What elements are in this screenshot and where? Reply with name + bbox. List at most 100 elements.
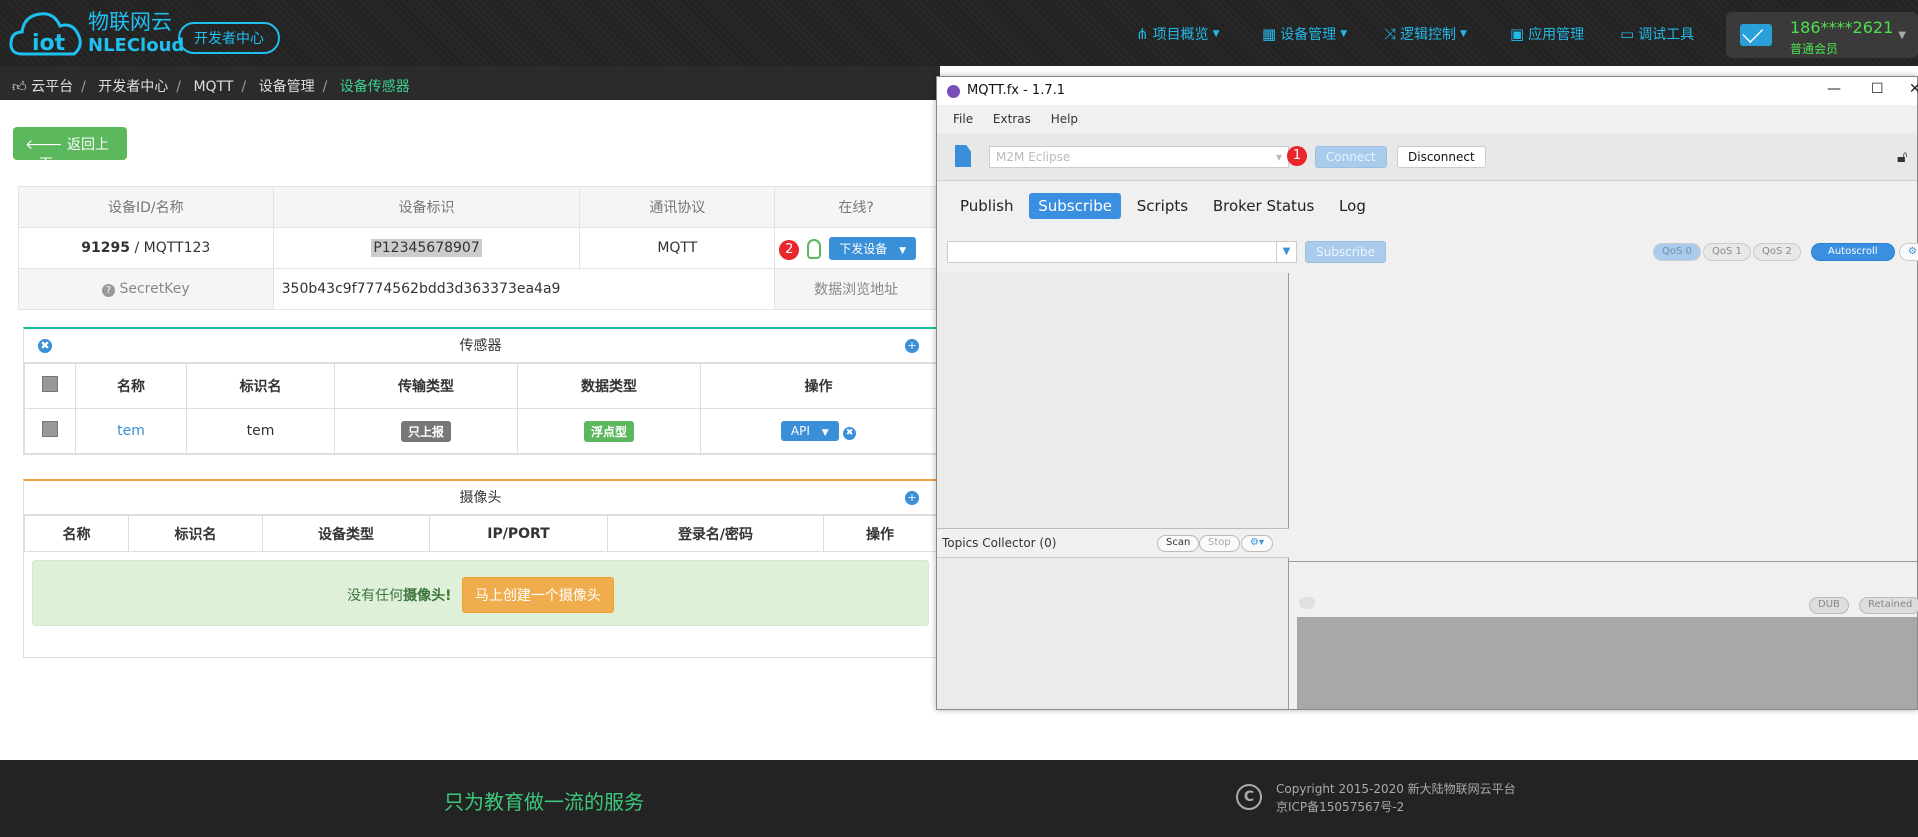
user-menu[interactable]: 186****2621 普通会员 ▼ xyxy=(1726,12,1918,58)
cameras-panel: 摄像头 + 名称 标识名 设备类型 IP/PORT 登录名/密码 操作 没有任何… xyxy=(23,479,938,658)
device-info-table: 设备ID/名称 设备标识 通讯协议 在线? 91295 / MQTT123 P1… xyxy=(18,186,938,310)
window-titlebar[interactable]: MQTT.fx - 1.7.1 — ☐ ✕ xyxy=(937,77,1918,105)
col-header: 通讯协议 xyxy=(579,186,776,228)
topics-collector-label: Topics Collector (0) xyxy=(942,536,1057,550)
briefcase-icon: ▣ xyxy=(1510,25,1525,43)
api-button[interactable]: API ▼ xyxy=(780,421,839,441)
add-sensor-icon[interactable]: + xyxy=(905,339,919,353)
nav-item-debug-tools[interactable]: ▭ 调试工具 xyxy=(1620,24,1694,44)
stop-button[interactable]: Stop xyxy=(1199,535,1240,552)
topics-settings-icon[interactable]: ⚙▾ xyxy=(1241,535,1273,552)
logo-cn: 物联网云 xyxy=(88,10,172,34)
nav-item-project-overview[interactable]: ⋔ 项目概览 ▼ xyxy=(1136,24,1220,44)
thumbs-up-icon: 👍︎ xyxy=(12,79,27,95)
message-payload-area[interactable] xyxy=(1297,617,1917,709)
message-toggle[interactable] xyxy=(1299,597,1315,609)
create-camera-button[interactable]: 马上创建一个摄像头 xyxy=(461,577,614,613)
messages-pane: DUB Retained xyxy=(1289,273,1918,709)
grid-icon: ▦ xyxy=(1262,25,1277,43)
tab-bar: Publish Subscribe Scripts Broker Status … xyxy=(937,181,1917,233)
tab-broker-status[interactable]: Broker Status xyxy=(1204,193,1323,219)
footer: 只为教育做一流的服务 C Copyright 2015-2020 新大陆物联网云… xyxy=(0,760,1918,837)
col-header: 数据类型 xyxy=(517,363,701,409)
topic-dropdown-icon[interactable]: ▼ xyxy=(1276,242,1296,262)
tab-scripts[interactable]: Scripts xyxy=(1128,193,1197,219)
caret-down-icon[interactable]: ▼ xyxy=(899,246,906,256)
menu-bar: File Extras Help xyxy=(937,105,1917,133)
col-header: 设备类型 xyxy=(262,515,430,552)
close-icon[interactable]: ✕ xyxy=(1909,81,1918,97)
minimize-icon[interactable]: — xyxy=(1827,81,1841,97)
col-header: 名称 xyxy=(75,363,187,409)
col-header: 标识名 xyxy=(186,363,335,409)
back-button[interactable]: 🡐 返回上一页 xyxy=(13,127,127,173)
settings-gear-icon[interactable]: ⚙ xyxy=(1899,243,1918,261)
profile-select[interactable]: M2M Eclipse xyxy=(989,146,1289,168)
transfer-type-tag: 只上报 xyxy=(400,420,451,442)
profile-doc-icon[interactable] xyxy=(955,145,971,167)
data-url-label: 数据浏览地址 xyxy=(774,268,938,310)
col-header: 传输类型 xyxy=(334,363,518,409)
nav-item-app-management[interactable]: ▣ 应用管理 xyxy=(1510,24,1584,44)
select-all-checkbox[interactable] xyxy=(42,376,58,392)
connect-button[interactable]: Connect xyxy=(1315,146,1387,168)
sensor-name-link[interactable]: tem xyxy=(75,408,187,454)
breadcrumb-item[interactable]: MQTT xyxy=(193,79,233,95)
svg-text:iot: iot xyxy=(32,31,66,56)
chevron-down-icon: ▼ xyxy=(1898,30,1906,41)
caret-down-icon[interactable]: ▼ xyxy=(822,428,829,438)
row-checkbox[interactable] xyxy=(42,421,58,437)
sensors-title: 传感器 xyxy=(459,338,502,354)
breadcrumb-item[interactable]: 云平台 xyxy=(31,79,73,95)
data-type-tag: 浮点型 xyxy=(583,420,634,442)
send-device-button[interactable]: 下发设备 ▼ xyxy=(829,236,916,260)
tab-log[interactable]: Log xyxy=(1330,193,1375,219)
delete-icon[interactable]: ✖ xyxy=(843,427,857,440)
logo-en: NLECloud xyxy=(88,35,185,56)
subscribe-button[interactable]: Subscribe xyxy=(1305,241,1386,263)
nav-item-device-management[interactable]: ▦ 设备管理 ▼ xyxy=(1262,24,1347,44)
menu-file[interactable]: File xyxy=(953,112,973,126)
shuffle-icon: ⤨ xyxy=(1384,25,1397,43)
qos0-toggle[interactable]: QoS 0 xyxy=(1653,243,1701,261)
mail-icon xyxy=(1740,24,1772,46)
empty-cameras-alert: 没有任何摄像头! 马上创建一个摄像头 xyxy=(32,560,929,626)
col-header: 登录名/密码 xyxy=(607,515,824,552)
nav-item-logic-control[interactable]: ⤨ 逻辑控制 ▼ xyxy=(1384,24,1467,44)
mqttfx-window: MQTT.fx - 1.7.1 — ☐ ✕ File Extras Help M… xyxy=(936,76,1918,710)
annotation-badge: 1 xyxy=(1287,146,1307,166)
connection-bar: M2M Eclipse 1 Connect Disconnect 🔓︎ xyxy=(937,133,1917,181)
col-header: 在线? xyxy=(774,186,938,228)
qos1-toggle[interactable]: QoS 1 xyxy=(1703,243,1751,261)
collapse-icon[interactable]: ✖ xyxy=(38,339,52,353)
tab-publish[interactable]: Publish xyxy=(951,193,1022,219)
breadcrumb-item[interactable]: 设备管理 xyxy=(259,79,315,95)
qos2-toggle[interactable]: QoS 2 xyxy=(1753,243,1801,261)
laptop-icon: ▭ xyxy=(1620,25,1635,43)
autoscroll-toggle[interactable]: Autoscroll xyxy=(1811,243,1895,261)
col-header: 操作 xyxy=(700,363,937,409)
maximize-icon[interactable]: ☐ xyxy=(1871,81,1884,97)
window-title: MQTT.fx - 1.7.1 xyxy=(967,83,1065,98)
device-protocol: MQTT xyxy=(579,227,776,269)
menu-help[interactable]: Help xyxy=(1051,112,1078,126)
question-icon: ? xyxy=(102,284,116,297)
dev-center-button[interactable]: 开发者中心 xyxy=(178,22,280,54)
logo[interactable]: iot 物联网云 NLECloud xyxy=(8,6,184,62)
footer-slogan: 只为教育做一流的服务 xyxy=(444,790,644,814)
scan-button[interactable]: Scan xyxy=(1157,535,1200,552)
col-header: 操作 xyxy=(823,515,937,552)
table-row: tem tem 只上报 浮点型 API ▼ ✖ xyxy=(24,408,937,454)
sensor-ident: tem xyxy=(186,408,335,454)
topic-input[interactable]: ▼ xyxy=(947,241,1297,263)
breadcrumb: 👍︎ 云平台 / 开发者中心 / MQTT / 设备管理 / 设备传感器 xyxy=(0,66,940,100)
unlock-icon: 🔓︎ xyxy=(1897,147,1908,166)
tab-subscribe[interactable]: Subscribe xyxy=(1029,193,1121,219)
menu-extras[interactable]: Extras xyxy=(993,112,1031,126)
device-identifier[interactable]: P12345678907 xyxy=(272,227,581,269)
add-camera-icon[interactable]: + xyxy=(905,491,919,505)
disconnect-button[interactable]: Disconnect xyxy=(1397,146,1486,168)
copyright-text: Copyright 2015-2020 新大陆物联网云平台 xyxy=(1276,782,1516,796)
breadcrumb-item[interactable]: 开发者中心 xyxy=(98,79,168,95)
caret-down-icon: ▼ xyxy=(1340,29,1348,39)
